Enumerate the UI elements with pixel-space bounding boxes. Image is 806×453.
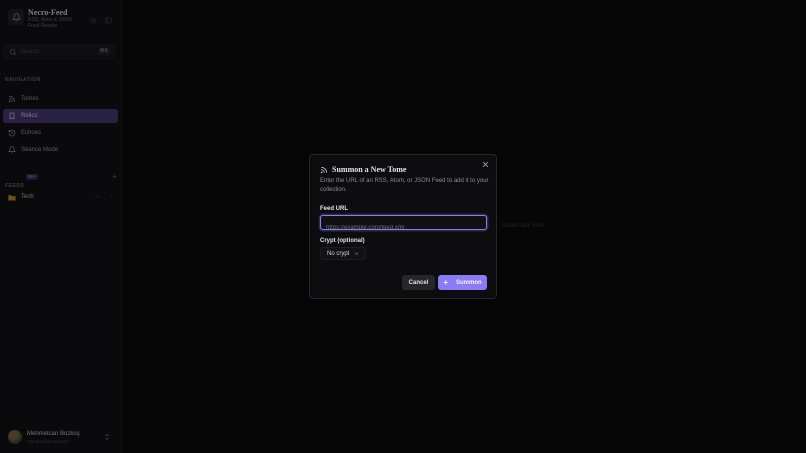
rss-icon [320,166,328,174]
chevron-down-icon [354,251,359,256]
dialog-description: Enter the URL of an RSS, Atom, or JSON F… [320,178,489,193]
crypt-label: Crypt (optional) [320,238,365,244]
dialog-title: Summon a New Tome [332,165,407,174]
app-root: Necro-Feed RSS, Atom & JSON Feed Reader … [0,0,806,453]
feed-url-field[interactable] [320,215,487,235]
add-feed-dialog: Summon a New Tome Enter the URL of an RS… [309,154,497,299]
feed-url-input[interactable] [321,221,486,235]
summon-button[interactable]: + Summon [438,275,487,290]
crypt-select[interactable]: No crypt [320,247,367,260]
crypt-select-value: No crypt [327,250,350,257]
summon-label: Summon [456,279,482,286]
dialog-title-row: Summon a New Tome [320,165,406,174]
cancel-button[interactable]: Cancel [402,275,435,290]
close-icon[interactable] [482,161,489,168]
plus-icon: + [443,277,448,287]
feed-url-label: Feed URL [320,206,349,212]
